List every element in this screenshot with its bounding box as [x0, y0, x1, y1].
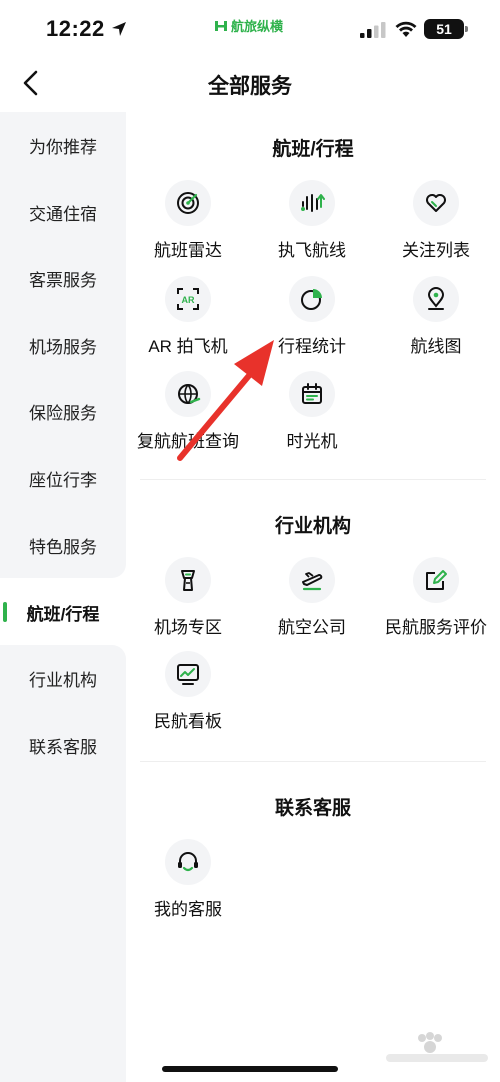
service-trip-statistics[interactable]: 行程统计: [250, 276, 374, 368]
radar-icon: [165, 180, 211, 226]
brand-name: 航旅纵横: [231, 19, 284, 34]
route-icon: [289, 180, 335, 226]
sidebar-item-airport-service[interactable]: 机场服务: [0, 312, 126, 378]
map-pin-icon: [413, 276, 459, 322]
service-airport-zone[interactable]: 机场专区: [126, 557, 250, 649]
service-civil-aviation-rating[interactable]: 民航服务评价: [374, 557, 498, 649]
section-title: 联系客服: [274, 798, 351, 819]
status-time: 12:22: [46, 16, 105, 41]
edit-icon: [413, 557, 459, 603]
sidebar-item-transport-lodging[interactable]: 交通住宿: [0, 179, 126, 245]
battery-level: 51: [436, 21, 452, 37]
globe-icon: [165, 371, 211, 417]
headset-icon: [165, 839, 211, 885]
service-route-map[interactable]: 航线图: [374, 276, 498, 368]
sidebar-item-flight-trip[interactable]: 航班/行程: [0, 579, 126, 645]
home-indicator: [162, 1066, 338, 1072]
svg-text:AR: AR: [182, 295, 195, 305]
dashboard-icon: [165, 651, 211, 697]
service-airlines[interactable]: 航空公司: [250, 557, 374, 649]
sidebar-item-industry[interactable]: 行业机构: [0, 645, 126, 711]
control-tower-icon: [165, 557, 211, 603]
service-content: 航班/行程 航班雷达 执飞航线 关注列表 AR AR 拍飞机 行程统计 航线图 …: [126, 112, 500, 1082]
sidebar-item-ticket-service[interactable]: 客票服务: [0, 245, 126, 311]
sidebar-item-customer-service[interactable]: 联系客服: [0, 712, 126, 778]
ar-icon: AR: [165, 276, 211, 322]
airplane-icon: [289, 557, 335, 603]
service-operated-routes[interactable]: 执飞航线: [250, 180, 374, 272]
cellular-signal-icon: [360, 22, 386, 38]
service-civil-aviation-dashboard[interactable]: 民航看板: [126, 651, 250, 743]
battery-indicator: 51: [424, 19, 468, 39]
service-watch-list[interactable]: 关注列表: [374, 180, 498, 272]
section-divider: [140, 761, 486, 762]
service-time-machine[interactable]: 时光机: [250, 371, 374, 463]
service-ar-plane-photo[interactable]: AR AR 拍飞机: [126, 276, 250, 368]
sidebar-item-featured[interactable]: 特色服务: [0, 512, 126, 578]
wifi-icon: [395, 21, 417, 37]
heart-icon: [413, 180, 459, 226]
sidebar-item-recommended[interactable]: 为你推荐: [0, 112, 126, 178]
watermark-logo-icon: [386, 1032, 488, 1062]
pie-chart-icon: [289, 276, 335, 322]
service-my-customer-service[interactable]: 我的客服: [126, 839, 250, 931]
section-title: 航班/行程: [272, 139, 354, 160]
sidebar-item-insurance[interactable]: 保险服务: [0, 378, 126, 444]
sidebar: 为你推荐 交通住宿 客票服务 机场服务 保险服务 座位行李 特色服务 航班/行程…: [0, 112, 126, 1082]
header: 全部服务: [0, 60, 500, 110]
service-flight-radar[interactable]: 航班雷达: [126, 180, 250, 272]
calendar-icon: [289, 371, 335, 417]
section-title: 行业机构: [274, 516, 351, 537]
sidebar-item-seat-luggage[interactable]: 座位行李: [0, 445, 126, 511]
section-divider: [140, 479, 486, 480]
page-title: 全部服务: [208, 75, 292, 98]
service-resumed-flight-query[interactable]: 复航航班查询: [126, 371, 250, 463]
app-brand: 航旅纵横: [214, 16, 283, 35]
location-arrow-icon: [112, 22, 126, 36]
brand-logo-icon: [215, 20, 227, 31]
status-bar: 12:22 航旅纵横 51: [0, 0, 500, 60]
